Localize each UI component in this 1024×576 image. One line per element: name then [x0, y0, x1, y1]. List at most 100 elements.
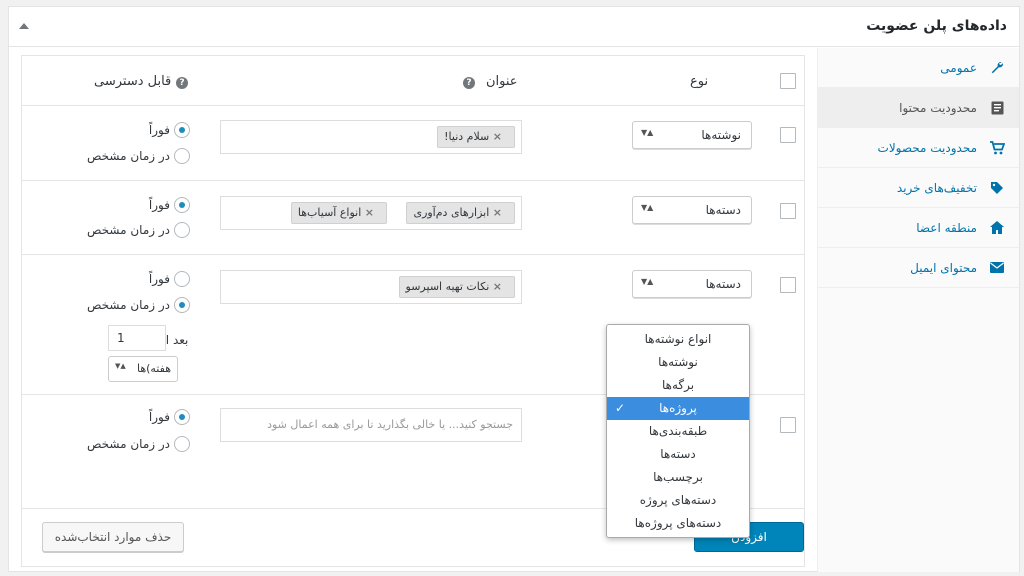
access-immediate-radio[interactable] — [174, 271, 190, 287]
dropdown-option-selected[interactable]: پروژه‌ها ✓ — [607, 397, 749, 420]
select-all-checkbox[interactable] — [780, 73, 796, 89]
selected-tag: × نکات تهیه اسپرسو — [398, 276, 515, 298]
tab-product-restriction[interactable]: محدودیت محصولات — [817, 128, 1019, 168]
access-immediate-label: فوراً — [148, 198, 170, 212]
row-checkbox[interactable] — [780, 203, 796, 219]
row-checkbox[interactable] — [780, 277, 796, 293]
remove-tag-icon[interactable]: × — [493, 280, 502, 293]
home-icon — [989, 220, 1005, 236]
access-scheduled-radio[interactable] — [174, 436, 190, 452]
panel-header: داده‌های پلن عضویت — [9, 7, 1019, 47]
type-dropdown-list: انواع نوشته‌ها نوشته‌ها برگه‌ها پروژه‌ها… — [606, 324, 750, 538]
header-type: نوع — [690, 74, 709, 89]
tab-purchase-discounts[interactable]: تخفیف‌های خرید — [817, 168, 1019, 208]
tag-icon — [989, 180, 1005, 196]
access-immediate-label: فوراً — [148, 410, 170, 424]
schedule-amount-input[interactable]: 1 — [108, 325, 166, 351]
type-select-value: دسته‌ها — [705, 277, 741, 291]
tab-content-restriction-label: محدودیت محتوا — [899, 100, 977, 115]
title-help-icon[interactable]: ? — [463, 77, 475, 89]
dropdown-option[interactable]: دسته‌های پروژه — [607, 489, 749, 512]
tab-content-restriction[interactable]: محدودیت محتوا — [817, 88, 1019, 128]
tab-general[interactable]: عمومی — [817, 48, 1019, 88]
access-immediate-radio[interactable] — [174, 122, 190, 138]
tag-label: انواع آسیاب‌ها — [297, 206, 362, 219]
table-row: دسته‌ها ▲▼ × ابزارهای دم‌آوری × انواع آس… — [22, 181, 804, 255]
access-scheduled-radio[interactable] — [174, 148, 190, 164]
access-scheduled-radio[interactable] — [174, 297, 190, 313]
tab-members-area[interactable]: منطقه اعضا — [817, 208, 1019, 248]
access-scheduled-option[interactable]: در زمان مشخص — [87, 148, 190, 164]
envelope-icon — [989, 260, 1005, 276]
tab-product-restriction-label: محدودیت محصولات — [877, 140, 977, 155]
select-arrows-icon: ▲▼ — [641, 203, 654, 212]
plan-data-tabs: عمومی محدودیت محتوا محدودیت محصولات تخفی… — [817, 48, 1019, 572]
title-tag-input[interactable]: × نکات تهیه اسپرسو — [220, 270, 522, 304]
type-select[interactable]: دسته‌ها ▲▼ — [632, 270, 752, 298]
access-help-icon[interactable]: ? — [176, 77, 188, 89]
document-icon — [989, 100, 1005, 116]
access-immediate-option[interactable]: فوراً — [149, 409, 190, 425]
dropdown-option[interactable]: دسته‌ها — [607, 443, 749, 466]
selected-tag: × انواع آسیاب‌ها — [290, 202, 387, 224]
header-access: قابل دسترسی — [94, 74, 172, 89]
access-immediate-option[interactable]: فوراً — [149, 122, 190, 138]
checkmark-icon: ✓ — [615, 401, 626, 415]
collapse-arrow-icon[interactable] — [19, 23, 29, 29]
row-checkbox[interactable] — [780, 417, 796, 433]
wrench-icon — [989, 60, 1005, 76]
tag-label: نکات تهیه اسپرسو — [405, 280, 490, 293]
type-select[interactable]: دسته‌ها ▲▼ — [632, 196, 752, 224]
access-scheduled-label: در زمان مشخص — [86, 298, 170, 312]
row-checkbox[interactable] — [780, 127, 796, 143]
delete-selected-button[interactable]: حذف موارد انتخاب‌شده — [42, 522, 184, 552]
dropdown-option[interactable]: انواع نوشته‌ها — [607, 328, 749, 351]
title-tag-input[interactable]: × سلام دنیا! — [220, 120, 522, 154]
access-immediate-option[interactable]: فوراً — [149, 271, 190, 287]
select-arrows-icon: ▲▼ — [641, 277, 654, 286]
title-tag-input[interactable]: × ابزارهای دم‌آوری × انواع آسیاب‌ها — [220, 196, 522, 230]
access-scheduled-option[interactable]: در زمان مشخص — [87, 436, 190, 452]
access-immediate-label: فوراً — [148, 123, 170, 137]
type-select[interactable]: نوشته‌ها ▲▼ — [632, 121, 752, 149]
tag-label: ابزارهای دم‌آوری — [413, 206, 490, 219]
access-scheduled-label: در زمان مشخص — [86, 149, 170, 163]
dropdown-option-label: پروژه‌ها — [659, 401, 697, 415]
tab-email-content[interactable]: محتوای ایمیل — [817, 248, 1019, 288]
access-scheduled-option[interactable]: در زمان مشخص — [87, 222, 190, 238]
access-immediate-radio[interactable] — [174, 197, 190, 213]
tab-members-area-label: منطقه اعضا — [916, 220, 977, 235]
schedule-unit-value: هفته)ها — [136, 362, 171, 375]
type-select-value: دسته‌ها — [705, 203, 741, 217]
dropdown-option[interactable]: برچسب‌ها — [607, 466, 749, 489]
cart-icon — [989, 140, 1005, 156]
tag-label: سلام دنیا! — [444, 130, 490, 143]
select-arrows-icon: ▲▼ — [115, 362, 126, 370]
header-title: عنوان — [486, 74, 518, 89]
access-scheduled-option[interactable]: در زمان مشخص — [87, 297, 190, 313]
schedule-unit-select[interactable]: هفته)ها ▲▼ — [108, 356, 178, 382]
search-placeholder: جستجو کنید... یا خالی بگذارید تا برای هم… — [267, 418, 513, 431]
title-search-input[interactable]: جستجو کنید... یا خالی بگذارید تا برای هم… — [220, 408, 522, 442]
dropdown-option[interactable]: نوشته‌ها — [607, 351, 749, 374]
table-header-row: نوع عنوان ? قابل دسترسی ? — [22, 56, 804, 106]
selected-tag: × ابزارهای دم‌آوری — [406, 202, 515, 224]
tab-purchase-discounts-label: تخفیف‌های خرید — [896, 180, 977, 195]
selected-tag: × سلام دنیا! — [437, 126, 515, 148]
dropdown-option[interactable]: دسته‌های پروژه‌ها — [607, 512, 749, 535]
access-scheduled-radio[interactable] — [174, 222, 190, 238]
type-select-value: نوشته‌ها — [701, 128, 741, 142]
table-row: نوشته‌ها ▲▼ × سلام دنیا! فوراً در زمان م… — [22, 107, 804, 181]
dropdown-option[interactable]: طبقه‌بندی‌ها — [607, 420, 749, 443]
select-arrows-icon: ▲▼ — [641, 128, 654, 137]
remove-tag-icon[interactable]: × — [493, 206, 502, 219]
access-immediate-radio[interactable] — [174, 409, 190, 425]
access-scheduled-label: در زمان مشخص — [86, 223, 170, 237]
remove-tag-icon[interactable]: × — [493, 130, 502, 143]
schedule-amount-value: 1 — [117, 331, 125, 345]
remove-tag-icon[interactable]: × — [365, 206, 374, 219]
membership-plan-data-panel: داده‌های پلن عضویت عمومی محدودیت محتوا م… — [8, 6, 1020, 572]
access-immediate-option[interactable]: فوراً — [149, 197, 190, 213]
dropdown-option[interactable]: برگه‌ها — [607, 374, 749, 397]
access-immediate-label: فوراً — [148, 272, 170, 286]
